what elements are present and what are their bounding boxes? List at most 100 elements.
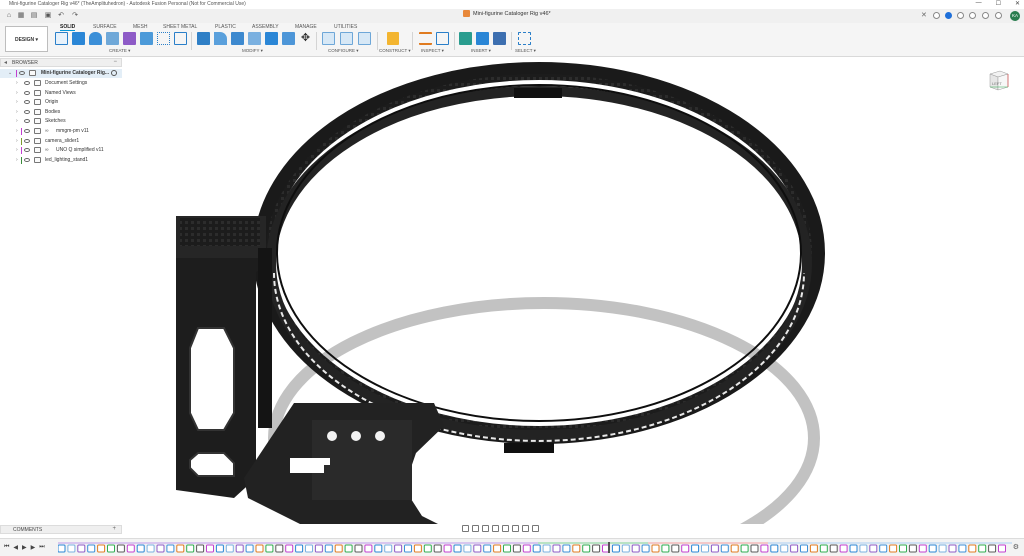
timeline-feature[interactable] bbox=[611, 544, 620, 553]
timeline-feature[interactable] bbox=[819, 544, 828, 553]
chevron-right-icon[interactable]: › bbox=[16, 138, 18, 144]
timeline-feature[interactable] bbox=[829, 544, 838, 553]
extrude-icon[interactable] bbox=[72, 32, 85, 45]
chevron-right-icon[interactable]: › bbox=[16, 99, 18, 105]
tab-utilities[interactable]: UTILITIES bbox=[334, 24, 357, 30]
chevron-right-icon[interactable]: › bbox=[16, 128, 18, 134]
timeline-back-button[interactable]: ◀ bbox=[13, 544, 18, 551]
timeline-feature[interactable] bbox=[631, 544, 640, 553]
timeline-feature[interactable] bbox=[710, 544, 719, 553]
browser-item[interactable]: › Document Settings bbox=[0, 79, 122, 88]
timeline-feature[interactable] bbox=[661, 544, 670, 553]
timeline-feature[interactable] bbox=[720, 544, 729, 553]
timeline-feature[interactable] bbox=[512, 544, 521, 553]
insert-derive-icon[interactable] bbox=[459, 32, 472, 45]
configuration-table-icon[interactable] bbox=[358, 32, 371, 45]
timeline-feature[interactable] bbox=[404, 544, 412, 553]
timeline-feature[interactable] bbox=[116, 544, 125, 553]
model-render[interactable] bbox=[124, 58, 1024, 556]
modify-menu[interactable]: MODIFY ▾ bbox=[242, 48, 263, 54]
tab-manage[interactable]: MANAGE bbox=[295, 24, 317, 30]
workspace-switcher[interactable]: DESIGN ▾ bbox=[5, 26, 48, 52]
inspect-menu[interactable]: INSPECT ▾ bbox=[421, 48, 444, 54]
timeline-feature[interactable] bbox=[136, 544, 145, 553]
parameters-icon[interactable] bbox=[340, 32, 353, 45]
browser-item[interactable]: › Sketches bbox=[0, 117, 122, 126]
timeline-feature[interactable] bbox=[245, 544, 254, 553]
timeline-feature[interactable] bbox=[364, 544, 373, 553]
grid-settings-icon[interactable] bbox=[522, 525, 529, 532]
timeline-feature[interactable] bbox=[473, 544, 482, 553]
tab-mesh[interactable]: MESH bbox=[133, 24, 147, 30]
eye-icon[interactable] bbox=[24, 148, 30, 153]
eye-icon[interactable] bbox=[24, 100, 30, 105]
timeline-feature[interactable] bbox=[582, 544, 591, 553]
eye-icon[interactable] bbox=[24, 90, 30, 95]
extensions-icon[interactable] bbox=[945, 12, 952, 19]
timeline-feature[interactable] bbox=[978, 544, 987, 553]
timeline-feature[interactable] bbox=[998, 544, 1006, 553]
timeline-feature[interactable] bbox=[423, 544, 432, 553]
timeline-track[interactable] bbox=[58, 542, 1012, 553]
insert-menu[interactable]: INSERT ▾ bbox=[471, 48, 491, 54]
browser-item[interactable]: › camera_slider1 bbox=[0, 137, 122, 146]
timeline-feature[interactable] bbox=[107, 544, 115, 553]
timeline-feature[interactable] bbox=[433, 544, 442, 553]
timeline-feature[interactable] bbox=[295, 544, 304, 553]
document-tab[interactable]: Mini-figurine Cataloger Rig v46* bbox=[463, 10, 551, 17]
minimize-panel-icon[interactable]: − bbox=[113, 59, 117, 65]
timeline-feature[interactable] bbox=[265, 544, 274, 553]
configure-menu[interactable]: CONFIGURE ▾ bbox=[328, 48, 359, 54]
timeline-feature[interactable] bbox=[126, 544, 135, 553]
timeline-feature[interactable] bbox=[800, 544, 808, 553]
move-icon[interactable]: ✥ bbox=[299, 32, 312, 45]
orbit-icon[interactable] bbox=[462, 525, 469, 532]
notifications-icon[interactable] bbox=[982, 12, 989, 19]
timeline-feature[interactable] bbox=[58, 544, 66, 553]
eye-icon[interactable] bbox=[24, 129, 30, 133]
timeline-feature[interactable] bbox=[235, 544, 244, 553]
timeline-feature[interactable] bbox=[908, 544, 917, 553]
press-pull-icon[interactable] bbox=[197, 32, 210, 45]
gear-icon[interactable]: ⚙ bbox=[1013, 543, 1019, 551]
timeline-feature[interactable] bbox=[314, 544, 323, 553]
eye-icon[interactable] bbox=[24, 157, 30, 162]
timeline-feature[interactable] bbox=[305, 544, 313, 553]
combine-icon[interactable] bbox=[265, 32, 278, 45]
file-menu-icon[interactable]: ▤ bbox=[30, 11, 38, 20]
home-icon[interactable]: ⌂ bbox=[5, 11, 13, 20]
data-panel-icon[interactable] bbox=[969, 12, 976, 19]
create-sketch-icon[interactable] bbox=[55, 32, 68, 45]
job-status-icon[interactable] bbox=[957, 12, 964, 19]
tab-assembly[interactable]: ASSEMBLY bbox=[252, 24, 279, 30]
timeline-feature[interactable] bbox=[869, 544, 878, 553]
timeline-feature[interactable] bbox=[641, 544, 650, 553]
timeline-feature[interactable] bbox=[849, 544, 858, 553]
chevron-right-icon[interactable]: › bbox=[16, 109, 18, 115]
timeline-feature[interactable] bbox=[532, 544, 541, 553]
browser-item[interactable]: › Origin bbox=[0, 98, 122, 107]
chevron-right-icon[interactable]: › bbox=[16, 118, 18, 124]
pattern-icon[interactable] bbox=[157, 32, 170, 45]
timeline-feature[interactable] bbox=[503, 544, 511, 553]
eye-icon[interactable] bbox=[24, 109, 30, 114]
offset-plane-icon[interactable] bbox=[387, 32, 399, 45]
timeline-feature[interactable] bbox=[938, 544, 947, 553]
timeline-feature[interactable] bbox=[443, 544, 452, 553]
timeline-feature[interactable] bbox=[701, 544, 709, 553]
canvas-viewport[interactable] bbox=[124, 58, 1024, 556]
timeline-feature[interactable] bbox=[572, 544, 581, 553]
timeline-feature[interactable] bbox=[780, 544, 789, 553]
browser-root[interactable]: ⌄ Mini-figurine Cataloger Rig... bbox=[0, 69, 122, 78]
timeline-end-button[interactable]: ⏭ bbox=[39, 544, 44, 551]
section-analysis-icon[interactable] bbox=[436, 32, 449, 45]
timeline-feature[interactable] bbox=[691, 544, 700, 553]
timeline-feature[interactable] bbox=[255, 544, 264, 553]
timeline-feature[interactable] bbox=[186, 544, 195, 553]
chevron-right-icon[interactable]: › bbox=[16, 90, 18, 96]
timeline-feature[interactable] bbox=[374, 544, 383, 553]
chamfer-icon[interactable] bbox=[231, 32, 244, 45]
timeline-feature[interactable] bbox=[562, 544, 571, 553]
close-window-button[interactable]: ✕ bbox=[1015, 0, 1020, 7]
configure-icon[interactable] bbox=[322, 32, 335, 45]
